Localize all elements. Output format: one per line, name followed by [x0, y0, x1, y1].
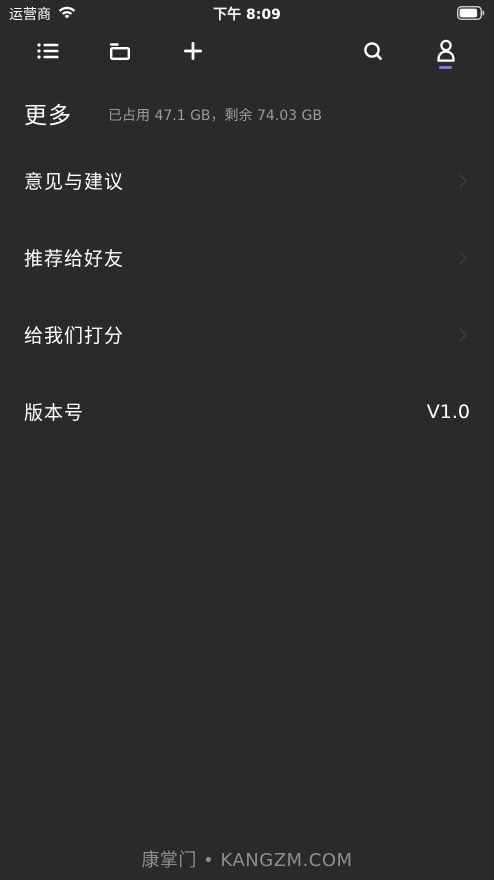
chevron-right-icon — [459, 174, 467, 187]
folder-icon — [109, 43, 131, 61]
feedback-row[interactable]: 意见与建议 — [0, 142, 494, 219]
list-item-label: 推荐给好友 — [24, 248, 125, 270]
folder-button[interactable] — [102, 34, 138, 68]
page-title: 更多 — [24, 103, 72, 129]
chevron-right-icon — [459, 251, 467, 264]
profile-tab-button[interactable] — [428, 34, 464, 68]
more-screen: 运营商 下午 8:09 更多 已占用 47.1 GB，剩余 74.03 GB 意… — [0, 0, 494, 880]
list-item-label: 版本号 — [24, 402, 85, 424]
active-tab-indicator — [439, 66, 452, 69]
search-icon — [364, 42, 382, 60]
top-toolbar — [0, 34, 494, 74]
watermark-text: 康掌门 • KANGZM.COM — [141, 850, 353, 871]
list-item-label: 意见与建议 — [24, 171, 125, 193]
status-time: 下午 8:09 — [213, 7, 281, 23]
chevron-right-icon — [459, 328, 467, 341]
person-icon — [437, 39, 455, 62]
page-header: 更多 已占用 47.1 GB，剩余 74.03 GB — [24, 96, 470, 130]
battery-icon — [457, 6, 485, 20]
search-button[interactable] — [355, 34, 391, 68]
list-button[interactable] — [30, 34, 66, 68]
list-icon — [37, 43, 59, 59]
add-button[interactable] — [175, 34, 211, 68]
version-row: 版本号 V1.0 — [0, 373, 494, 450]
plus-icon — [184, 42, 202, 60]
list-item-label: 给我们打分 — [24, 325, 125, 347]
version-value: V1.0 — [426, 400, 470, 423]
storage-info: 已占用 47.1 GB，剩余 74.03 GB — [108, 107, 322, 124]
recommend-row[interactable]: 推荐给好友 — [0, 219, 494, 296]
rate-row[interactable]: 给我们打分 — [0, 296, 494, 373]
settings-list: 意见与建议 推荐给好友 给我们打分 版本号 V1.0 — [0, 142, 494, 450]
status-bar: 运营商 下午 8:09 — [0, 0, 494, 26]
